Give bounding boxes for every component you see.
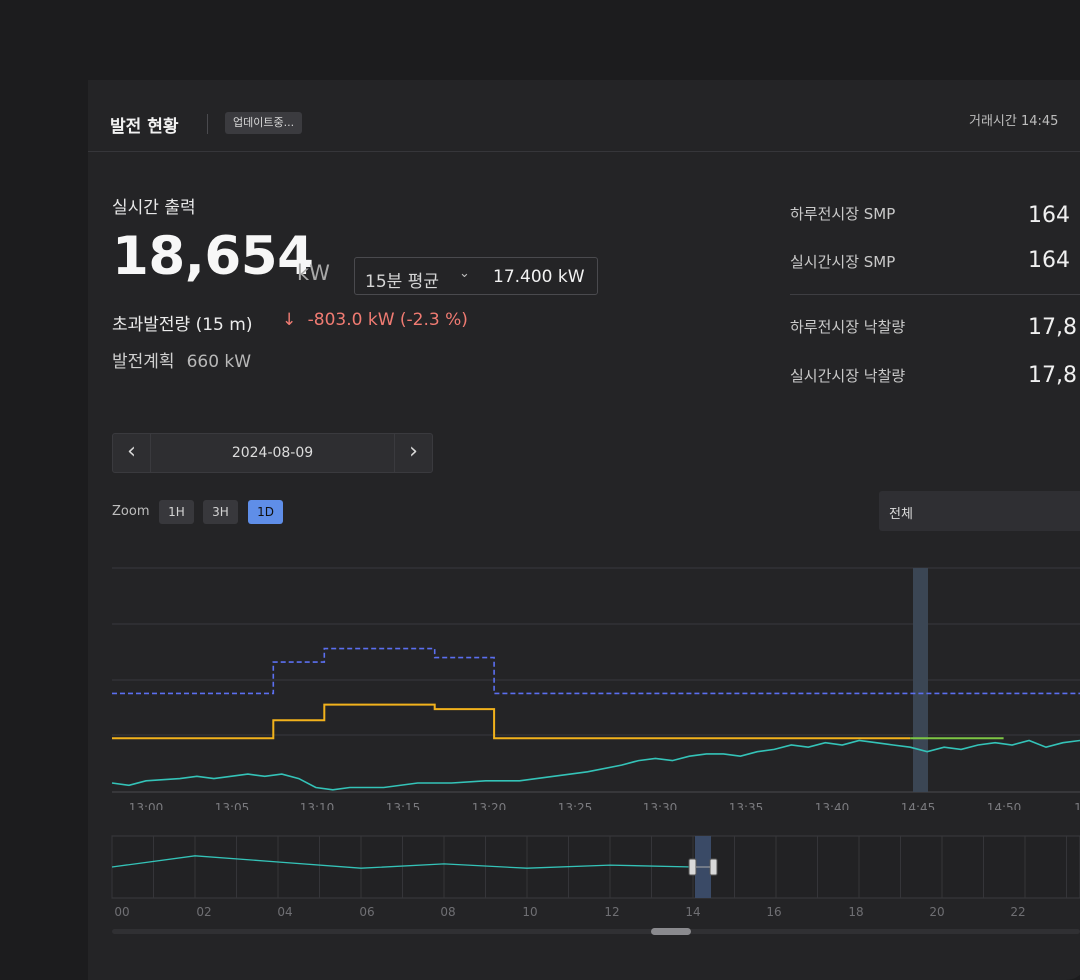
market-label-realtime-smp: 실시간시장 SMP xyxy=(790,253,896,271)
x-tick-label: 14:45 xyxy=(901,801,936,810)
excess-delta: ↓ -803.0 kW (-2.3 %) xyxy=(282,310,468,330)
x-tick-label: 13:15 xyxy=(386,801,421,810)
arrow-down-icon: ↓ xyxy=(282,310,297,330)
x-tick-label: 14:50 xyxy=(987,801,1022,810)
status-badge: 업데이트중... xyxy=(225,112,303,134)
realtime-unit: kW xyxy=(297,261,330,285)
market-label-realtime-award: 실시간시장 낙찰량 xyxy=(790,367,906,385)
navigator-tick-label: 16 xyxy=(766,905,781,919)
navigator-tick-label: 04 xyxy=(277,905,292,919)
x-tick-label: 13:25 xyxy=(558,801,593,810)
market-value-realtime-award: 17,8 xyxy=(1028,363,1077,388)
zoom-1h-button[interactable]: 1H xyxy=(159,500,194,524)
x-tick-label: 13:40 xyxy=(815,801,850,810)
navigator-tick-label: 22 xyxy=(1010,905,1025,919)
series-bid_step xyxy=(112,703,911,740)
navigator-tick-label: 00 xyxy=(114,905,129,919)
zoom-label: Zoom xyxy=(112,504,150,519)
navigator-tick-label: 18 xyxy=(848,905,863,919)
zoom-3h-button[interactable]: 3H xyxy=(203,500,238,524)
filter-selected: 전체 xyxy=(889,507,913,522)
x-tick-label: 13:05 xyxy=(215,801,250,810)
x-tick-label: 13:20 xyxy=(472,801,507,810)
date-display[interactable]: 2024-08-09 xyxy=(151,445,394,461)
page-title: 발전 현황 xyxy=(110,117,179,137)
navigator-chart[interactable]: 00 02 04 06 08 10 12 14 16 18 20 22 xyxy=(88,828,1080,968)
plan-label: 발전계획 xyxy=(112,352,175,372)
generation-panel: 발전 현황 업데이트중... 거래시간 14:45 실시간 출력 18,654 … xyxy=(88,80,1080,980)
panel-header: 발전 현황 업데이트중... 거래시간 14:45 xyxy=(88,80,1080,152)
navigator-tick-label: 06 xyxy=(359,905,374,919)
x-tick-label: 13:35 xyxy=(729,801,764,810)
average-box: 15분 평균 ⌄ 17.400 kW xyxy=(354,257,598,295)
x-tick-label: 1 xyxy=(1074,801,1080,810)
market-label-dayahead-smp: 하루전시장 SMP xyxy=(790,205,896,223)
main-chart[interactable]: 13:00 13:05 13:10 13:15 13:20 13:25 13:30 13:35… xyxy=(88,560,1080,810)
navigator-tick-label: 10 xyxy=(522,905,537,919)
chevron-down-icon[interactable]: ⌄ xyxy=(459,266,470,281)
chevron-right-icon[interactable]: › xyxy=(394,434,432,472)
average-select[interactable]: 15분 평균 xyxy=(365,267,439,292)
market-divider xyxy=(790,294,1080,295)
filter-select[interactable]: 전체 xyxy=(879,491,1080,531)
drag-handle-icon xyxy=(709,858,718,876)
date-navigator: ‹ 2024-08-09 › xyxy=(112,433,433,473)
navigator-tick-label: 20 xyxy=(929,905,944,919)
trade-time: 거래시간 14:45 xyxy=(969,114,1059,129)
market-value-dayahead-award: 17,8 xyxy=(1028,315,1077,340)
header-divider xyxy=(207,114,208,134)
drag-handle-icon xyxy=(688,858,697,876)
navigator-tick-label: 12 xyxy=(604,905,619,919)
x-tick-label: 13:00 xyxy=(129,801,164,810)
plan-value: 660 kW xyxy=(186,352,252,372)
navigator-tick-label: 02 xyxy=(196,905,211,919)
realtime-value: 18,654 xyxy=(112,226,314,287)
excess-value: -803.0 kW (-2.3 %) xyxy=(307,310,468,330)
plan-row: 발전계획 660 kW xyxy=(112,347,251,372)
market-value-dayahead-smp: 164 xyxy=(1028,203,1070,228)
scrollbar-track xyxy=(112,929,1080,934)
zoom-1d-button[interactable]: 1D xyxy=(248,500,283,524)
realtime-label: 실시간 출력 xyxy=(112,198,196,218)
cursor-band xyxy=(913,568,928,792)
chevron-left-icon[interactable]: ‹ xyxy=(113,434,151,472)
series-plan_dashed xyxy=(112,647,1080,695)
market-value-realtime-smp: 164 xyxy=(1028,248,1070,273)
market-label-dayahead-award: 하루전시장 낙찰량 xyxy=(790,318,906,336)
average-value: 17.400 kW xyxy=(493,267,585,287)
navigator-tick-label: 08 xyxy=(440,905,455,919)
navigator-frame xyxy=(111,835,1080,899)
x-tick-label: 13:30 xyxy=(643,801,678,810)
x-tick-label: 13:10 xyxy=(300,801,335,810)
scrollbar-thumb[interactable] xyxy=(651,928,691,935)
navigator-tick-label: 14 xyxy=(685,905,700,919)
excess-label: 초과발전량 (15 m) xyxy=(112,315,253,335)
series-output xyxy=(111,739,1080,791)
